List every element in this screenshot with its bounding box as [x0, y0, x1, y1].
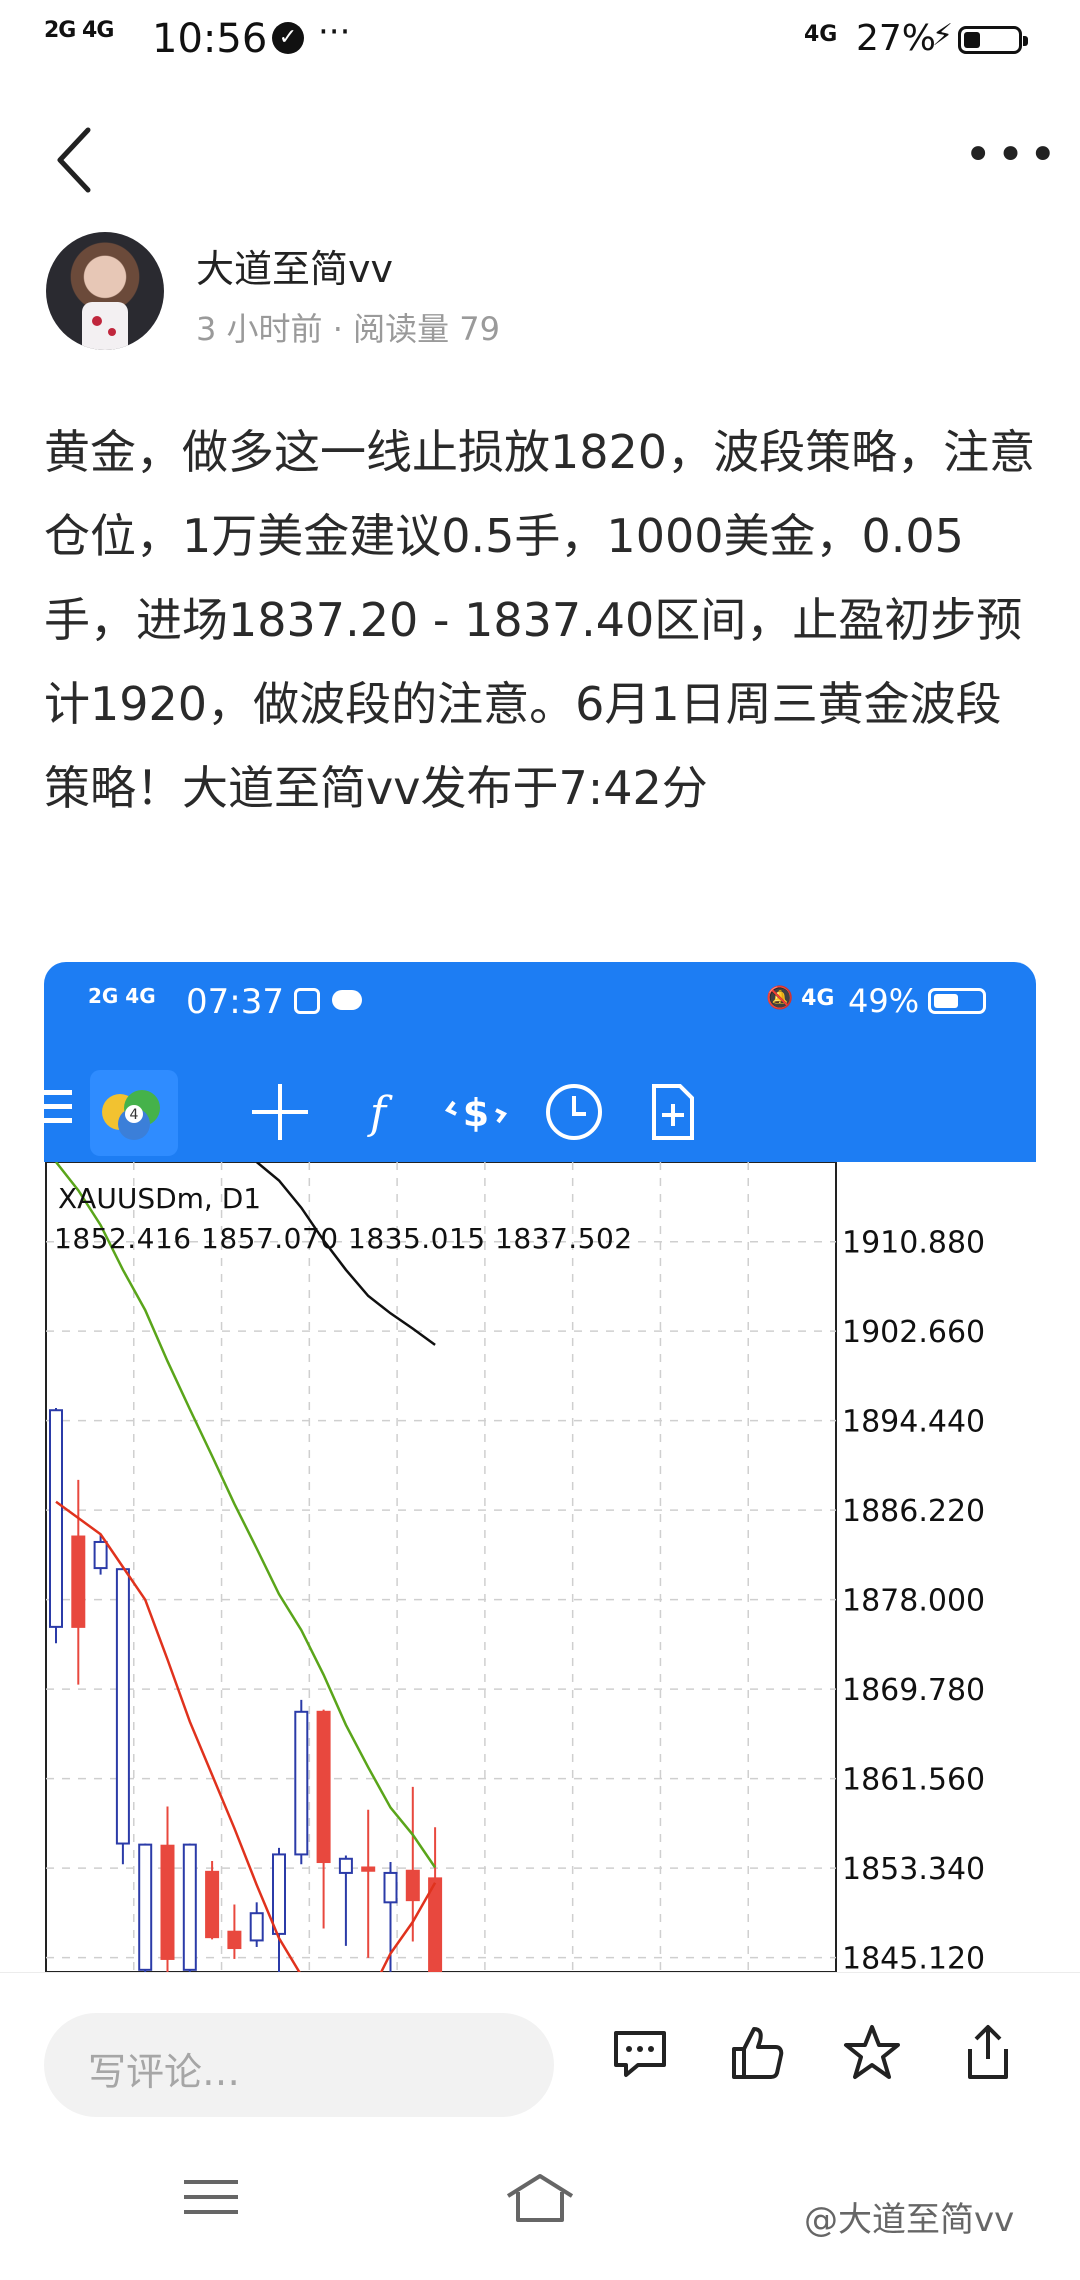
battery-icon [958, 26, 1028, 54]
system-navigation-bar: @大道至简vv [0, 2132, 1080, 2280]
share-button[interactable] [956, 2021, 1020, 2085]
candle-body [361, 1866, 376, 1872]
candlestick-chart: 1910.880 1902.660 1894.440 1886.220 1878.000… [45, 1162, 985, 1972]
candle-body [316, 1710, 331, 1864]
crosshair-button [248, 1080, 312, 1144]
embedded-network: 2G 4G [88, 984, 156, 1008]
svg-text:4: 4 [130, 1107, 139, 1123]
candle-body [272, 1853, 286, 1935]
candle-body [71, 1535, 86, 1628]
meta-separator: · [332, 310, 343, 348]
candle-body [294, 1710, 309, 1856]
candle-body [227, 1930, 242, 1950]
svg-text:$: $ [463, 1091, 489, 1135]
like-button[interactable] [724, 2021, 788, 2085]
embedded-time: 07:37 [186, 982, 284, 1022]
comment-input[interactable]: 写评论… [44, 2013, 554, 2117]
y-tick-label: 1861.560 [842, 1763, 985, 1798]
candle-body [249, 1912, 264, 1942]
price-chart: 1910.880 1902.660 1894.440 1886.220 1878.000… [44, 1162, 1036, 1972]
new-document-icon [652, 1084, 694, 1140]
y-tick-label: 1853.340 [842, 1852, 985, 1887]
trade-dollar-icon: $ [444, 1091, 508, 1135]
cloud-icon [332, 990, 362, 1010]
network-indicator: 2G 4G [44, 18, 114, 43]
embedded-battery-percent: 49% [848, 982, 920, 1020]
chevron-left-icon [57, 127, 91, 193]
favorite-button[interactable] [840, 2021, 904, 2085]
check-badge-icon: ✓ [272, 22, 304, 54]
candle-body [338, 1857, 353, 1874]
status-time: 10:56 [152, 16, 268, 62]
embedded-battery-icon [928, 988, 986, 1014]
more-options-button[interactable]: ••• [964, 131, 1057, 180]
charging-bolt-icon: ⚡ [932, 18, 954, 53]
post-meta: 3 小时前 · 阅读量 79 [196, 304, 500, 350]
share-icon [968, 2025, 1008, 2079]
home-button[interactable] [502, 2168, 578, 2228]
record-icon [294, 988, 320, 1014]
status-bar: 2G 4G 10:56 ✓ ··· 4G 27% ⚡ [0, 0, 1080, 84]
article-text: 黄金，做多这一线止损放1820，波段策略，注意仓位，1万美金建议0.5手，100… [44, 425, 1036, 815]
candle-body [115, 1568, 130, 1845]
comment-icon [614, 2031, 666, 2077]
candle-body [182, 1843, 197, 1971]
candle-body [383, 1871, 398, 1904]
y-tick-label: 1894.440 [842, 1405, 985, 1440]
post-time: 3 小时前 [196, 310, 323, 348]
candle-body [205, 1870, 220, 1939]
like-icon [732, 2027, 784, 2079]
bottom-action-bar: 写评论… [0, 1972, 1080, 2133]
new-order-button [640, 1080, 704, 1144]
home-icon [506, 2174, 574, 2222]
watermark: @大道至简vv [804, 2200, 1015, 2240]
comment-placeholder: 写评论… [88, 2050, 241, 2094]
y-tick-label: 1902.660 [842, 1315, 985, 1350]
signal-4g-indicator: 4G [804, 22, 838, 47]
y-tick-label: 1878.000 [842, 1584, 985, 1619]
back-button[interactable] [48, 120, 108, 200]
crosshair-icon [252, 1084, 308, 1140]
menu-icon [44, 1090, 72, 1132]
svg-text:f: f [367, 1088, 393, 1139]
candle-body [93, 1540, 108, 1570]
function-icon: f [367, 1088, 393, 1139]
author-name[interactable]: 大道至简vv [196, 238, 393, 293]
metatrader-logo-icon: 4 [90, 1070, 178, 1156]
clock-icon [546, 1084, 602, 1140]
more-dots-icon: ••• [964, 127, 1061, 183]
y-tick-label: 1845.120 [842, 1942, 985, 1972]
candle-body [405, 1869, 420, 1902]
timeframe-button [542, 1080, 606, 1144]
view-count: 阅读量 79 [353, 310, 500, 348]
chart-symbol: XAUUSDm, D1 [58, 1182, 262, 1215]
candle-body [160, 1844, 175, 1960]
candle-body [49, 1409, 63, 1628]
y-tick-label: 1886.220 [842, 1494, 985, 1529]
embedded-toolbar: 4 f $ [44, 1058, 1036, 1162]
candle-body [138, 1843, 153, 1971]
comments-button[interactable] [608, 2021, 672, 2085]
embedded-status-bar: 2G 4G 07:37 🔕 4G 49% [44, 962, 1036, 1058]
embedded-screenshot[interactable]: 2G 4G 07:37 🔕 4G 49% 4 f $ 1910.880 1902… [44, 962, 1036, 1972]
more-notifications-icon: ··· [318, 12, 351, 52]
author-avatar[interactable] [46, 232, 164, 350]
favorite-star-icon [844, 2025, 900, 2079]
y-tick-label: 1869.780 [842, 1673, 985, 1708]
chart-ohlc: 1852.416 1857.070 1835.015 1837.502 [54, 1222, 633, 1255]
embedded-signal: 🔕 4G [766, 986, 835, 1011]
indicators-button: f [346, 1080, 410, 1144]
y-tick-label: 1910.880 [842, 1226, 985, 1261]
battery-percent: 27% [856, 18, 937, 59]
recent-apps-button[interactable] [184, 2180, 238, 2225]
trade-button: $ [444, 1080, 508, 1144]
